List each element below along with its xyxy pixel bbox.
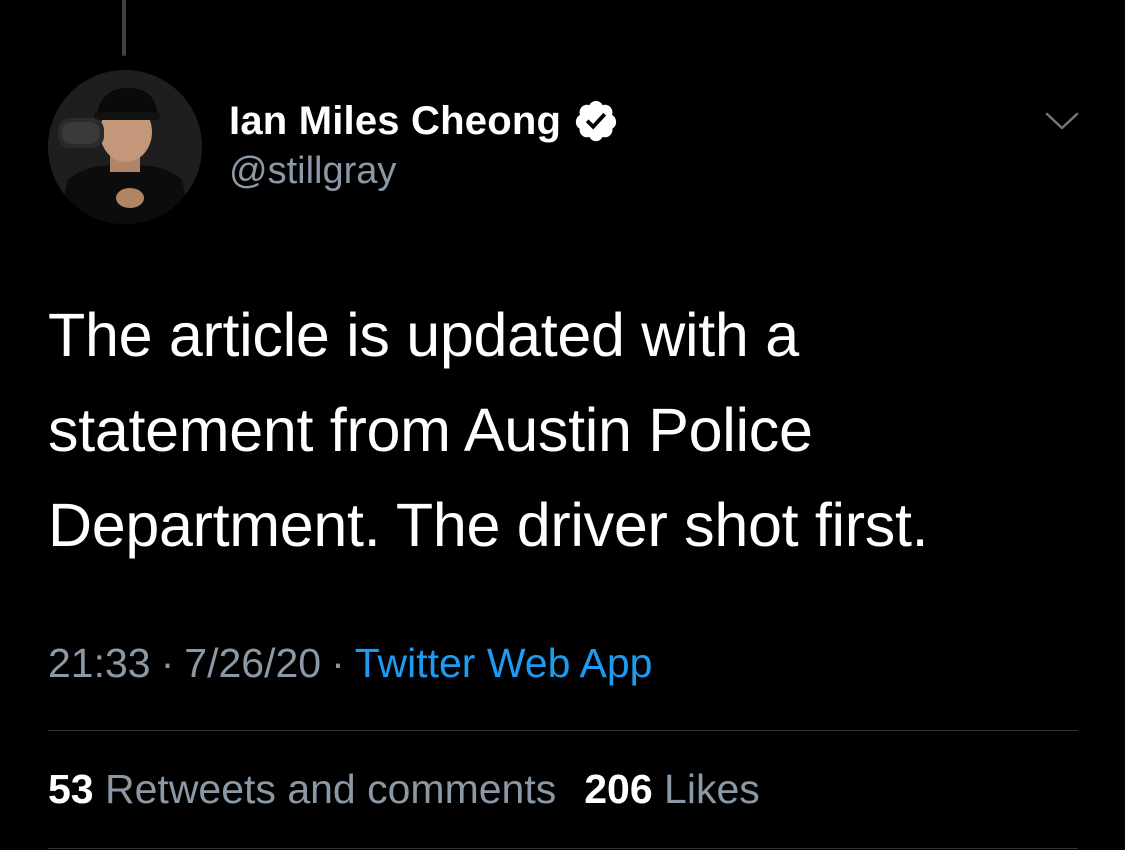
meta-separator: · bbox=[160, 640, 175, 686]
author-display-name[interactable]: Ian Miles Cheong bbox=[229, 99, 561, 144]
thread-connector-line bbox=[122, 0, 126, 56]
tweet-text-line: statement from Austin Police bbox=[48, 396, 813, 464]
retweets-count: 53 bbox=[48, 766, 94, 812]
chevron-down-icon[interactable] bbox=[1044, 108, 1080, 134]
tweet-text-line: The article is updated with a bbox=[48, 301, 799, 369]
author-handle[interactable]: @stillgray bbox=[229, 150, 396, 193]
divider bbox=[48, 848, 1078, 849]
tweet-metadata: 21:33 · 7/26/20 · Twitter Web App bbox=[48, 640, 653, 687]
tweet-source-link[interactable]: Twitter Web App bbox=[355, 640, 653, 686]
avatar-image bbox=[48, 70, 202, 224]
tweet-text-line: Department. The driver shot first. bbox=[48, 491, 929, 559]
tweet-stats: 53 Retweets and comments 206 Likes bbox=[48, 766, 760, 813]
avatar[interactable] bbox=[48, 70, 202, 224]
likes-label: Likes bbox=[664, 766, 760, 812]
likes-stat[interactable]: 206 Likes bbox=[584, 766, 760, 812]
retweets-label: Retweets and comments bbox=[105, 766, 557, 812]
verified-badge-icon bbox=[573, 98, 619, 144]
meta-separator: · bbox=[331, 640, 345, 686]
likes-count: 206 bbox=[584, 766, 653, 812]
author-name-row[interactable]: Ian Miles Cheong bbox=[229, 96, 619, 146]
tweet-time[interactable]: 21:33 bbox=[48, 640, 151, 686]
tweet-date[interactable]: 7/26/20 bbox=[184, 640, 321, 686]
divider bbox=[48, 730, 1078, 731]
retweets-stat[interactable]: 53 Retweets and comments bbox=[48, 766, 556, 812]
tweet-text: The article is updated with a statement … bbox=[48, 288, 1058, 573]
